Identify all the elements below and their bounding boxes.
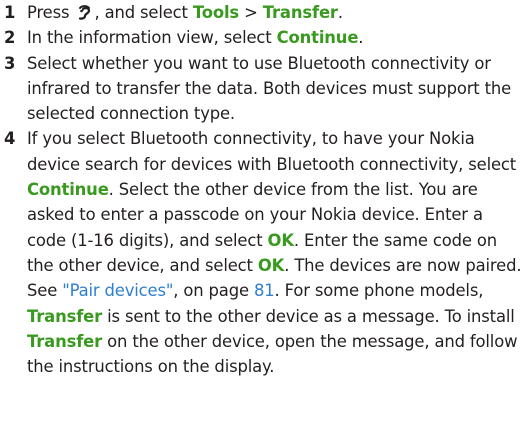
- option-continue: Continue: [27, 180, 109, 200]
- app-name-transfer: Transfer: [27, 331, 103, 351]
- step-text: is sent to the other device as a message…: [102, 306, 515, 326]
- separator-text: >: [239, 3, 263, 22]
- app-name-transfer: Transfer: [27, 306, 103, 326]
- step-number: 3: [4, 53, 16, 73]
- instruction-steps: 1 Press , and select Tools > Transfer. 2I…: [0, 0, 526, 379]
- step-number: 4: [4, 129, 16, 149]
- step-4: 4 If you select Bluetooth connectivity, t…: [0, 126, 526, 379]
- link-pair-devices[interactable]: "Pair devices": [62, 281, 173, 300]
- menu-item-transfer: Transfer: [262, 3, 338, 22]
- option-continue: Continue: [276, 28, 359, 48]
- step-1: 1 Press , and select Tools > Transfer.: [0, 0, 526, 25]
- step-2: 2 In the information view, select Continu…: [0, 25, 526, 50]
- step-text: .: [337, 3, 343, 22]
- menu-item-tools: Tools: [192, 3, 240, 22]
- step-text: If you select Bluetooth connectivity, to…: [27, 129, 517, 174]
- menu-key-icon: [79, 5, 91, 20]
- step-number: 2: [4, 28, 16, 48]
- option-ok: OK: [267, 230, 294, 250]
- step-text: . For some phone models,: [274, 281, 484, 301]
- step-number: 1: [4, 3, 16, 22]
- step-text: .: [358, 28, 364, 48]
- step-text: In the information view, select: [27, 28, 277, 48]
- link-page-81[interactable]: 81: [254, 281, 275, 300]
- step-text: , and select: [94, 3, 193, 22]
- step-text: Select whether you want to use Bluetooth…: [27, 53, 512, 124]
- step-text: Press: [27, 3, 75, 22]
- step-text: , on page: [173, 281, 254, 301]
- option-ok: OK: [257, 255, 285, 275]
- step-3: 3 Select whether you want to use Bluetoot…: [0, 51, 526, 127]
